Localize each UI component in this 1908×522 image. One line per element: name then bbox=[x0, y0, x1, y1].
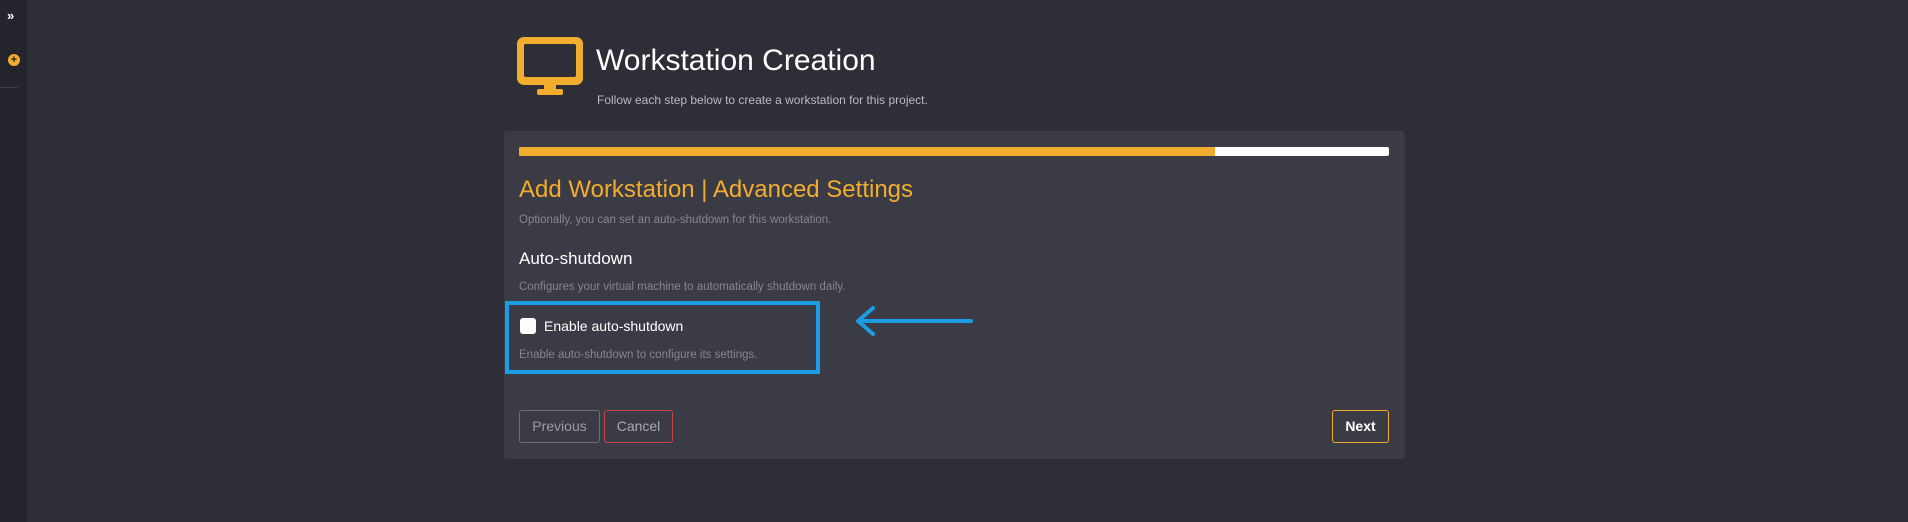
progress-bar bbox=[519, 147, 1389, 156]
step-description: Optionally, you can set an auto-shutdown… bbox=[519, 214, 832, 226]
sidebar: » + bbox=[0, 0, 27, 522]
previous-button[interactable]: Previous bbox=[519, 410, 600, 443]
sidebar-divider bbox=[0, 87, 18, 88]
step-title: Add Workstation | Advanced Settings bbox=[519, 176, 914, 203]
next-button[interactable]: Next bbox=[1332, 410, 1389, 443]
progress-bar-fill bbox=[519, 147, 1215, 156]
plus-circle-icon[interactable]: + bbox=[8, 54, 20, 66]
auto-shutdown-help-text: Enable auto-shutdown to configure its se… bbox=[519, 349, 758, 361]
annotation-highlight-box bbox=[505, 301, 820, 374]
annotation-arrow-icon bbox=[856, 306, 973, 336]
enable-auto-shutdown-label[interactable]: Enable auto-shutdown bbox=[544, 318, 683, 334]
page-subtitle: Follow each step below to create a works… bbox=[597, 93, 928, 107]
double-chevron-right-icon[interactable]: » bbox=[7, 9, 21, 23]
cancel-button[interactable]: Cancel bbox=[604, 410, 673, 443]
auto-shutdown-description: Configures your virtual machine to autom… bbox=[519, 281, 846, 293]
monitor-icon bbox=[517, 37, 583, 95]
page-title: Workstation Creation bbox=[596, 44, 876, 77]
enable-auto-shutdown-checkbox[interactable] bbox=[520, 318, 536, 334]
auto-shutdown-title: Auto-shutdown bbox=[519, 249, 633, 268]
